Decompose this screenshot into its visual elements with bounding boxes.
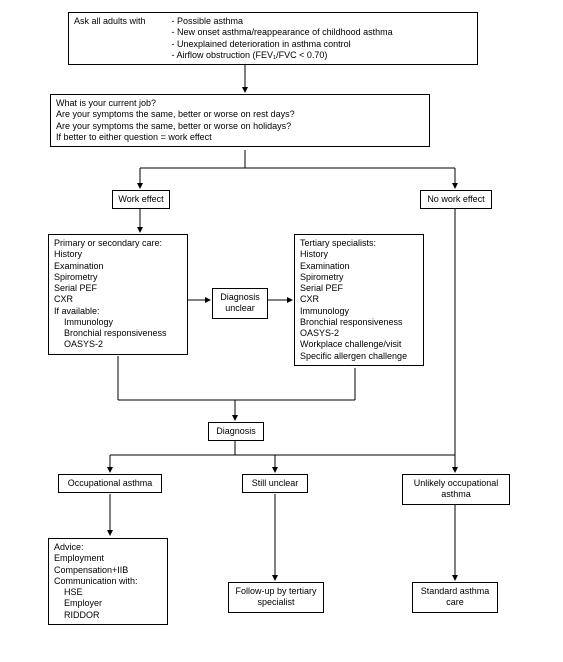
- primary-avail-item: Bronchial responsiveness: [54, 328, 182, 339]
- box-primary-care: Primary or secondary care: History Exami…: [48, 234, 188, 355]
- screening-item: - New onset asthma/reappearance of child…: [172, 27, 393, 38]
- advice-line: Communication with:: [54, 576, 162, 587]
- box-followup: Follow-up by tertiary specialist: [228, 582, 324, 613]
- question-line: If better to either question = work effe…: [56, 132, 424, 143]
- screening-item: - Unexplained deterioration in asthma co…: [172, 39, 393, 50]
- tertiary-item: History: [300, 249, 418, 260]
- primary-item: CXR: [54, 294, 182, 305]
- box-questions: What is your current job? Are your sympt…: [50, 94, 430, 147]
- box-still-unclear: Still unclear: [242, 474, 308, 493]
- box-standard-care: Standard asthma care: [412, 582, 498, 613]
- tertiary-item: Bronchial responsiveness: [300, 317, 418, 328]
- question-line: Are your symptoms the same, better or wo…: [56, 121, 424, 132]
- tertiary-item: Immunology: [300, 306, 418, 317]
- box-work-effect: Work effect: [112, 190, 170, 209]
- screening-item: - Airflow obstruction (FEV₁/FVC < 0.70): [172, 50, 393, 61]
- question-line: Are your symptoms the same, better or wo…: [56, 109, 424, 120]
- tertiary-item: Examination: [300, 261, 418, 272]
- advice-sub: RIDDOR: [54, 610, 162, 621]
- box-diagnosis: Diagnosis: [208, 422, 264, 441]
- tertiary-item: Workplace challenge/visit: [300, 339, 418, 350]
- primary-avail-item: Immunology: [54, 317, 182, 328]
- screening-item: - Possible asthma: [172, 16, 393, 27]
- box-unlikely-occupational: Unlikely occupational asthma: [402, 474, 510, 505]
- primary-avail-item: OASYS-2: [54, 339, 182, 350]
- box-tertiary: Tertiary specialists: History Examinatio…: [294, 234, 424, 366]
- box-diagnosis-unclear: Diagnosis unclear: [212, 288, 268, 319]
- advice-line: Advice:: [54, 542, 162, 553]
- primary-item: Examination: [54, 261, 182, 272]
- primary-avail: If available:: [54, 306, 182, 317]
- advice-sub: Employer: [54, 598, 162, 609]
- box-no-work-effect: No work effect: [420, 190, 492, 209]
- advice-sub: HSE: [54, 587, 162, 598]
- box-occupational-asthma: Occupational asthma: [58, 474, 162, 493]
- box-screening: Ask all adults with - Possible asthma - …: [68, 12, 478, 65]
- tertiary-item: CXR: [300, 294, 418, 305]
- tertiary-title: Tertiary specialists:: [300, 238, 418, 249]
- primary-title: Primary or secondary care:: [54, 238, 182, 249]
- question-line: What is your current job?: [56, 98, 424, 109]
- tertiary-item: Spirometry: [300, 272, 418, 283]
- primary-item: Serial PEF: [54, 283, 182, 294]
- box-advice: Advice: Employment Compensation+IIB Comm…: [48, 538, 168, 625]
- primary-item: Spirometry: [54, 272, 182, 283]
- advice-line: Employment: [54, 553, 162, 564]
- advice-line: Compensation+IIB: [54, 565, 162, 576]
- tertiary-item: Specific allergen challenge: [300, 351, 418, 362]
- screening-items: - Possible asthma - New onset asthma/rea…: [172, 16, 393, 61]
- tertiary-item: OASYS-2: [300, 328, 418, 339]
- screening-lead: Ask all adults with: [74, 16, 169, 27]
- tertiary-item: Serial PEF: [300, 283, 418, 294]
- primary-item: History: [54, 249, 182, 260]
